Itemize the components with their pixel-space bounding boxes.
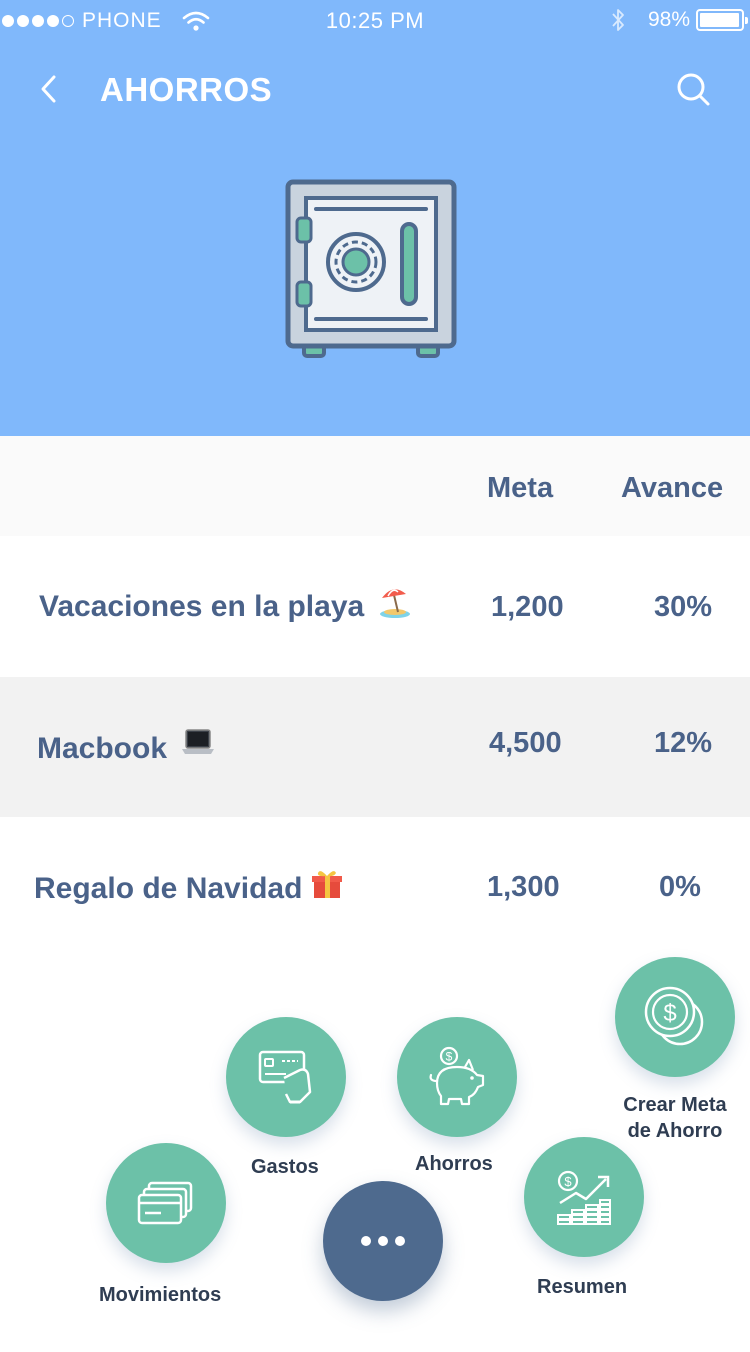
more-menu-button[interactable] xyxy=(323,1181,443,1301)
table-row[interactable]: Regalo de Navidad 1,300 0% xyxy=(0,817,750,957)
goal-name: Macbook xyxy=(37,729,215,766)
goal-meta: 1,200 xyxy=(491,591,564,623)
resumen-button[interactable]: $ xyxy=(524,1137,644,1257)
gastos-button[interactable] xyxy=(226,1017,346,1137)
piggy-bank-icon: $ xyxy=(429,1046,485,1106)
movimientos-label: Movimientos xyxy=(99,1284,222,1306)
chevron-left-icon[interactable] xyxy=(36,72,62,106)
gastos-label: Gastos xyxy=(251,1156,319,1178)
goal-avance: 0% xyxy=(659,871,701,903)
card-payment-icon xyxy=(258,1050,312,1104)
bluetooth-icon xyxy=(612,9,624,31)
goal-name: Regalo de Navidad xyxy=(34,871,344,906)
status-bar: PHONE 10:25 PM 98% xyxy=(0,0,750,42)
nav-bar: AHORROS xyxy=(0,60,750,120)
ahorros-label: Ahorros xyxy=(415,1153,493,1175)
crear-meta-button[interactable]: $ xyxy=(615,957,735,1077)
goal-name: Vacaciones en la playa xyxy=(39,589,412,624)
column-header-avance: Avance xyxy=(621,472,724,504)
svg-text:$: $ xyxy=(446,1050,453,1064)
page-title: AHORROS xyxy=(100,71,273,108)
resumen-label: Resumen xyxy=(537,1276,628,1298)
safe-icon xyxy=(285,179,457,358)
movimientos-button[interactable] xyxy=(106,1143,226,1263)
goal-avance: 30% xyxy=(654,591,713,623)
battery-percent: 98% xyxy=(647,8,690,31)
battery-fill xyxy=(700,13,740,27)
header: PHONE 10:25 PM 98% AHORROS xyxy=(0,0,750,436)
laptop-icon xyxy=(182,729,215,754)
crear-meta-label: Crear Meta de Ahorro xyxy=(623,1094,727,1142)
table-header: Meta Avance xyxy=(0,436,750,536)
table-row[interactable]: Macbook 4,500 12% xyxy=(0,677,750,817)
status-right: 98% xyxy=(610,7,748,33)
ahorros-button[interactable]: $ xyxy=(397,1017,517,1137)
svg-text:$: $ xyxy=(663,1000,676,1027)
goal-avance: 12% xyxy=(654,727,713,759)
beach-umbrella-icon xyxy=(380,589,411,618)
search-icon[interactable] xyxy=(674,70,712,108)
table-row[interactable]: Vacaciones en la playa 1,200 30% xyxy=(0,537,750,677)
column-header-meta: Meta xyxy=(487,472,554,504)
gift-icon xyxy=(312,871,343,898)
svg-text:$: $ xyxy=(564,1174,572,1189)
coins-icon: $ xyxy=(644,986,704,1046)
goal-meta: 1,300 xyxy=(487,871,560,903)
battery-icon xyxy=(696,9,748,31)
goal-meta: 4,500 xyxy=(489,727,562,759)
growth-chart-icon: $ xyxy=(557,1170,611,1225)
cards-icon xyxy=(137,1181,193,1225)
more-dots-icon xyxy=(361,1236,371,1246)
